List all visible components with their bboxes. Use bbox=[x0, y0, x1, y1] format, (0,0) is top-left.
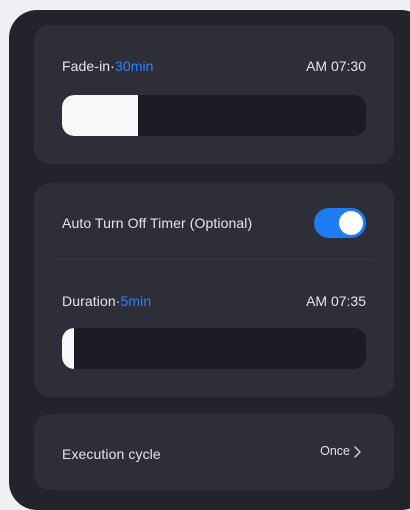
duration-slider-fill bbox=[62, 328, 75, 369]
duration-label: Duration·5min bbox=[62, 293, 152, 309]
settings-panel: Fade-in·30min AM 07:30 Auto Turn Off Tim… bbox=[9, 10, 410, 510]
divider bbox=[54, 259, 374, 260]
execution-cycle-label: Execution cycle bbox=[62, 446, 161, 462]
fade-in-value: 30min bbox=[114, 58, 154, 74]
auto-off-label: Auto Turn Off Timer (Optional) bbox=[62, 215, 253, 231]
auto-off-card: Auto Turn Off Timer (Optional) Duration·… bbox=[34, 183, 394, 397]
fade-in-card: Fade-in·30min AM 07:30 bbox=[34, 25, 394, 164]
execution-cycle-row[interactable]: Execution cycle Once bbox=[34, 414, 394, 490]
duration-value: 5min bbox=[120, 293, 152, 309]
duration-time: AM 07:35 bbox=[306, 293, 366, 309]
duration-slider[interactable] bbox=[62, 328, 366, 369]
execution-cycle-value: Once bbox=[320, 444, 350, 458]
fade-in-label: Fade-in·30min bbox=[62, 58, 154, 74]
fade-in-slider[interactable] bbox=[62, 95, 366, 136]
auto-off-toggle[interactable] bbox=[314, 208, 366, 238]
fade-in-time: AM 07:30 bbox=[306, 58, 366, 74]
chevron-right-icon bbox=[354, 446, 361, 458]
toggle-knob bbox=[339, 211, 363, 235]
fade-in-slider-fill bbox=[62, 95, 138, 136]
